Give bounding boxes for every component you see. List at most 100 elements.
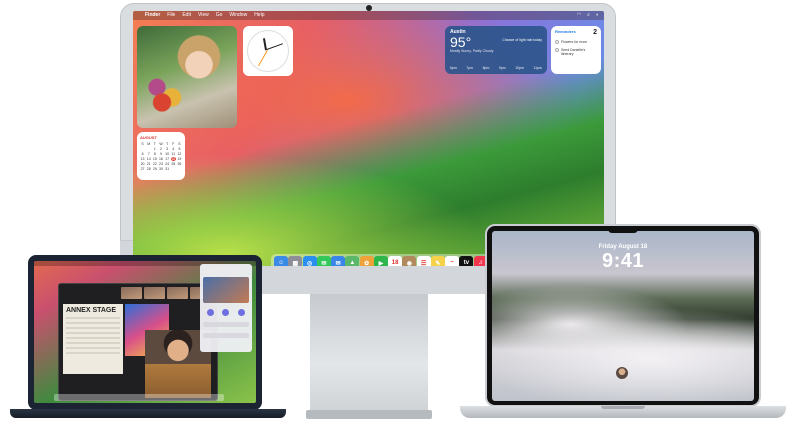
weather-widget[interactable]: Austin 95° Mostly Sunny, Partly Cloudy C… [445, 26, 547, 74]
menu-edit[interactable]: Edit [182, 11, 191, 20]
macbook-air-screen: ANNEX STAGE [34, 261, 256, 403]
maps-icon[interactable]: ▲ [345, 256, 360, 266]
clock-widget[interactable] [243, 26, 293, 76]
calendar-day[interactable]: 1 [152, 147, 157, 151]
contacts-icon[interactable]: ◉ [402, 256, 417, 266]
calendar-day[interactable]: 28 [146, 167, 151, 171]
participant-tile[interactable] [121, 287, 142, 299]
menu-view[interactable]: View [198, 11, 209, 20]
presenter-overlay-toggle[interactable] [207, 309, 215, 316]
calendar-weekday: W [159, 142, 163, 146]
reminder-item[interactable]: Send Danielle's itinerary [555, 48, 597, 56]
clock-face [247, 30, 289, 72]
calendar-day[interactable]: 9 [158, 152, 163, 156]
calendar-day[interactable]: 23 [158, 162, 163, 166]
calendar-day[interactable]: 14 [146, 157, 151, 161]
forecast-hour: 8pm [482, 66, 490, 70]
tv-icon[interactable]: tv [459, 256, 474, 266]
reminders-widget[interactable]: Reminders 2 Flowers for mom Send Daniell… [551, 26, 601, 74]
menu-go[interactable]: Go [216, 11, 223, 20]
menu-file[interactable]: File [167, 11, 175, 20]
participant-tile[interactable] [144, 287, 165, 299]
calendar-day[interactable] [140, 147, 145, 151]
calendar-day[interactable]: 11 [171, 152, 176, 156]
reminder-text: Flowers for mom [561, 40, 588, 44]
reminder-checkbox[interactable] [555, 48, 559, 52]
launchpad-icon[interactable]: ▦ [288, 256, 303, 266]
calendar-day[interactable]: 30 [158, 167, 163, 171]
calendar-day[interactable] [146, 147, 151, 151]
forecast-hour: 6pm [450, 66, 457, 70]
calendar-day[interactable]: 31 [165, 167, 170, 171]
menu-window[interactable]: Window [229, 11, 247, 20]
calendar-widget[interactable]: AUGUST S M T W T F S 1 2 3 4 5 6 7 8 9 10 11 12 13 14 15 16 17 1… [137, 132, 185, 180]
photos-icon[interactable]: ✿ [359, 256, 374, 266]
wifi-icon[interactable]: ◠ [577, 11, 581, 20]
mail-icon[interactable]: ✉ [331, 256, 346, 266]
calendar-day[interactable]: 29 [152, 167, 157, 171]
settings-button[interactable] [203, 333, 249, 338]
reminders-icon[interactable]: ☰ [416, 256, 431, 266]
calendar-icon[interactable]: 18 [388, 256, 403, 266]
calendar-day[interactable]: 4 [171, 147, 176, 151]
document-text-lines [66, 317, 120, 357]
calendar-day[interactable]: 17 [165, 157, 170, 161]
calendar-month: AUGUST [140, 135, 157, 140]
calendar-day[interactable]: 24 [165, 162, 170, 166]
facetime-participant-strip [121, 287, 211, 299]
menu-help[interactable]: Help [254, 11, 264, 20]
calendar-weekday: T [153, 142, 156, 146]
reminder-item[interactable]: Flowers for mom [555, 40, 597, 44]
messages-icon[interactable]: ✉ [316, 256, 331, 266]
calendar-day[interactable]: 25 [171, 162, 176, 166]
finder-icon[interactable]: ☺ [274, 256, 289, 266]
calendar-day[interactable]: 3 [165, 147, 170, 151]
facetime-icon[interactable]: ▶ [373, 256, 388, 266]
weather-forecast: 6pm 7pm 8pm 9pm 10pm 11pm [450, 66, 542, 70]
studio-light-toggle[interactable] [237, 309, 245, 316]
calendar-day[interactable]: 27 [140, 167, 145, 171]
calendar-weekday: M [147, 142, 151, 146]
calendar-day[interactable]: 16 [158, 157, 163, 161]
calendar-day[interactable]: 20 [140, 162, 145, 166]
facetime-window[interactable]: ANNEX STAGE [58, 283, 218, 401]
calendar-day[interactable]: 8 [152, 152, 157, 156]
calendar-day[interactable]: 19 [177, 157, 182, 161]
calendar-day[interactable]: 12 [177, 152, 182, 156]
calendar-day[interactable]: 15 [152, 157, 157, 161]
weather-alert: Chance of light rain today [502, 38, 542, 42]
notes-icon[interactable]: ✎ [430, 256, 445, 266]
user-avatar[interactable] [616, 367, 628, 379]
portrait-toggle[interactable] [222, 309, 230, 316]
control-center-icon[interactable]: ◐ [596, 11, 599, 20]
menu-finder[interactable]: Finder [145, 11, 160, 20]
calendar-day[interactable] [177, 167, 182, 171]
weather-description: Mostly Sunny, Partly Cloudy [450, 49, 494, 53]
calendar-day[interactable]: 21 [146, 162, 151, 166]
forecast-hour: 11pm [533, 66, 542, 70]
calendar-day[interactable] [171, 167, 176, 171]
calendar-day[interactable]: 13 [140, 157, 145, 161]
calendar-day[interactable]: 5 [177, 147, 182, 151]
video-effects-panel [200, 264, 252, 352]
calendar-day[interactable]: 26 [177, 162, 182, 166]
reminder-checkbox[interactable] [555, 40, 559, 44]
menubar-status-area: ◠ ⌕ ◐ [577, 11, 599, 20]
photo-widget[interactable] [137, 26, 237, 128]
reactions-button[interactable] [203, 322, 249, 327]
safari-icon[interactable]: ◎ [302, 256, 317, 266]
calendar-day[interactable]: 10 [165, 152, 170, 156]
participant-tile[interactable] [167, 287, 188, 299]
calendar-day[interactable]: 6 [140, 152, 145, 156]
imac-dock: ☺▦◎✉✉▲✿▶18◉☰✎~tv♫N [271, 254, 505, 266]
search-icon[interactable]: ⌕ [587, 11, 590, 20]
annex-stage-title: ANNEX STAGE [66, 307, 117, 314]
imac-foot [306, 410, 432, 419]
calendar-day[interactable]: 2 [158, 147, 163, 151]
freeform-icon[interactable]: ~ [445, 256, 460, 266]
calendar-day[interactable]: 7 [146, 152, 151, 156]
calendar-day[interactable]: 18 [170, 157, 176, 161]
macbook-air-base [10, 409, 286, 418]
calendar-day[interactable]: 22 [152, 162, 157, 166]
reminders-header: Reminders 2 [555, 29, 597, 36]
